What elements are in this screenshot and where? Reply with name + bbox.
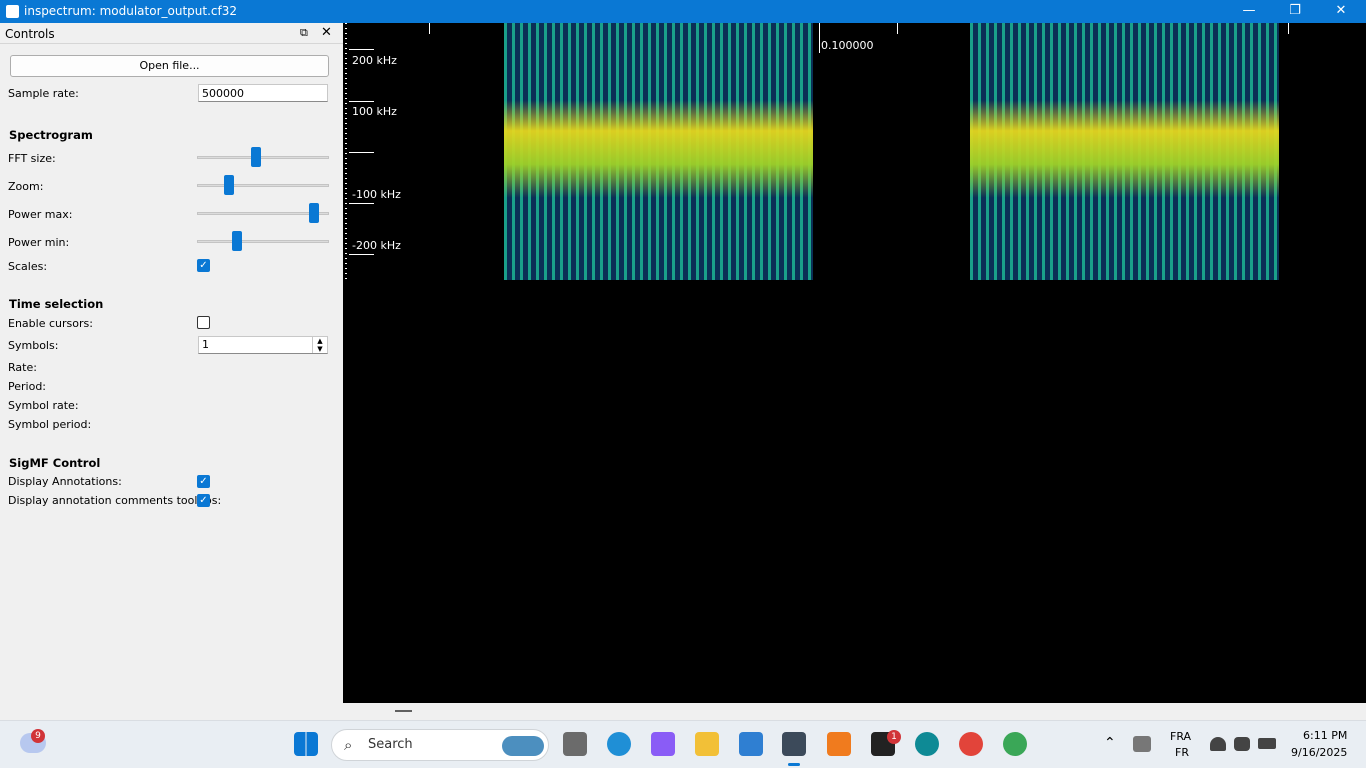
controls-dock-title: Controls bbox=[5, 27, 55, 41]
onedrive-off-icon[interactable] bbox=[1133, 736, 1151, 752]
clock-date[interactable]: 9/16/2025 bbox=[1291, 746, 1347, 759]
zoom-label: Zoom: bbox=[8, 180, 44, 193]
controls-dock-header: Controls ⧉ ✕ bbox=[0, 23, 343, 44]
freq-label-neg100: -100 kHz bbox=[352, 188, 401, 201]
fft-size-label: FFT size: bbox=[8, 152, 56, 165]
float-dock-icon[interactable]: ⧉ bbox=[300, 26, 308, 40]
app-icon bbox=[6, 5, 19, 18]
language-top[interactable]: FRA bbox=[1170, 730, 1191, 743]
power-min-thumb[interactable] bbox=[232, 231, 242, 251]
taskbar-search[interactable]: ⌕ Search bbox=[331, 729, 549, 761]
window-title: inspectrum: modulator_output.cf32 bbox=[24, 4, 237, 18]
search-highlight-icon bbox=[502, 736, 544, 756]
start-icon[interactable] bbox=[294, 732, 318, 756]
symbols-spin-arrows[interactable]: ▲ ▼ bbox=[312, 337, 327, 353]
sample-rate-input[interactable]: 500000 bbox=[198, 84, 328, 102]
taskbar: 9 ⌕ Search 1 ⌃ FRA FR 6:11 PM 9/16/2025 bbox=[0, 720, 1366, 768]
freq-label-neg200: -200 kHz bbox=[352, 239, 401, 252]
scales-checkbox[interactable]: ✓ bbox=[197, 259, 210, 272]
symbols-label: Symbols: bbox=[8, 339, 59, 352]
sigmf-control-heading: SigMF Control bbox=[9, 456, 101, 470]
inspectrum-taskbar-icon[interactable] bbox=[782, 732, 806, 766]
task-view-icon[interactable] bbox=[563, 732, 587, 756]
fft-size-slider[interactable] bbox=[197, 147, 329, 167]
signal-burst-1 bbox=[504, 23, 813, 280]
time-label: 0.100000 bbox=[821, 39, 874, 52]
freq-major-tick bbox=[349, 101, 374, 102]
tray-overflow-icon[interactable]: ⌃ bbox=[1104, 735, 1116, 751]
time-tick bbox=[1288, 23, 1289, 34]
enable-cursors-checkbox[interactable] bbox=[197, 316, 210, 329]
time-tick bbox=[897, 23, 898, 34]
scrollbar-handle[interactable] bbox=[395, 710, 412, 712]
open-file-button[interactable]: Open file... bbox=[10, 55, 329, 77]
power-max-slider[interactable] bbox=[197, 203, 329, 223]
chrome-icon[interactable] bbox=[959, 732, 983, 756]
scales-label: Scales: bbox=[8, 260, 48, 273]
wifi-icon[interactable] bbox=[1210, 737, 1226, 751]
freq-label-200: 200 kHz bbox=[352, 54, 397, 67]
display-tooltips-checkbox[interactable]: ✓ bbox=[197, 494, 210, 507]
signal-burst-2 bbox=[970, 23, 1279, 280]
power-min-slider[interactable] bbox=[197, 231, 329, 251]
power-min-label: Power min: bbox=[8, 236, 70, 249]
arduino-icon[interactable] bbox=[915, 732, 939, 756]
battery-icon[interactable] bbox=[1258, 738, 1276, 749]
close-dock-icon[interactable]: ✕ bbox=[321, 25, 332, 40]
enable-cursors-label: Enable cursors: bbox=[8, 317, 93, 330]
rate-label: Rate: bbox=[8, 361, 37, 374]
spectrogram-heading: Spectrogram bbox=[9, 128, 93, 142]
language-bottom[interactable]: FR bbox=[1175, 746, 1189, 759]
fft-size-thumb[interactable] bbox=[251, 147, 261, 167]
freq-minor-ticks bbox=[345, 23, 347, 281]
freq-major-tick bbox=[349, 203, 374, 204]
edge-icon[interactable] bbox=[607, 732, 631, 756]
controls-panel: Controls ⧉ ✕ Open file... Sample rate: 5… bbox=[0, 23, 344, 720]
freq-major-tick bbox=[349, 49, 374, 50]
file-explorer-icon[interactable] bbox=[695, 732, 719, 756]
power-max-thumb[interactable] bbox=[309, 203, 319, 223]
close-button[interactable]: ✕ bbox=[1318, 0, 1364, 23]
freq-label-100: 100 kHz bbox=[352, 105, 397, 118]
display-annotations-checkbox[interactable]: ✓ bbox=[197, 475, 210, 488]
volume-icon[interactable] bbox=[1234, 737, 1250, 751]
display-annotations-label: Display Annotations: bbox=[8, 475, 122, 488]
display-tooltips-label: Display annotation comments tooltips: bbox=[8, 494, 222, 507]
zoom-track bbox=[197, 184, 329, 187]
chrome-profile-icon[interactable] bbox=[1003, 732, 1027, 756]
power-max-label: Power max: bbox=[8, 208, 73, 221]
power-min-track bbox=[197, 240, 329, 243]
symbols-value: 1 bbox=[202, 338, 209, 351]
symbols-spinbox[interactable]: 1 ▲ ▼ bbox=[198, 336, 328, 354]
notion-badge: 1 bbox=[887, 730, 901, 744]
search-label: Search bbox=[368, 737, 413, 752]
title-bar: inspectrum: modulator_output.cf32 — ❐ ✕ bbox=[0, 0, 1366, 23]
sample-rate-label: Sample rate: bbox=[8, 87, 79, 100]
freq-major-tick bbox=[349, 254, 374, 255]
time-selection-heading: Time selection bbox=[9, 297, 104, 311]
horizontal-scrollbar[interactable] bbox=[343, 703, 1366, 720]
search-icon: ⌕ bbox=[344, 736, 353, 754]
symbol-rate-label: Symbol rate: bbox=[8, 399, 79, 412]
zoom-slider[interactable] bbox=[197, 175, 329, 195]
maximize-button[interactable]: ❐ bbox=[1272, 0, 1318, 23]
gnu-radio-icon[interactable] bbox=[827, 732, 851, 756]
symbol-period-label: Symbol period: bbox=[8, 418, 92, 431]
zoom-thumb[interactable] bbox=[224, 175, 234, 195]
freq-major-tick bbox=[349, 152, 374, 153]
fft-size-track bbox=[197, 156, 329, 159]
time-major-tick bbox=[819, 23, 820, 53]
copilot-icon[interactable] bbox=[651, 732, 675, 756]
store-icon[interactable] bbox=[739, 732, 763, 756]
weather-badge: 9 bbox=[31, 729, 45, 743]
spectrogram-plot[interactable]: 200 kHz 100 kHz -100 kHz -200 kHz 0.1000… bbox=[343, 23, 1366, 703]
period-label: Period: bbox=[8, 380, 47, 393]
clock-time[interactable]: 6:11 PM bbox=[1303, 729, 1347, 742]
time-tick bbox=[429, 23, 430, 34]
minimize-button[interactable]: — bbox=[1226, 0, 1272, 23]
